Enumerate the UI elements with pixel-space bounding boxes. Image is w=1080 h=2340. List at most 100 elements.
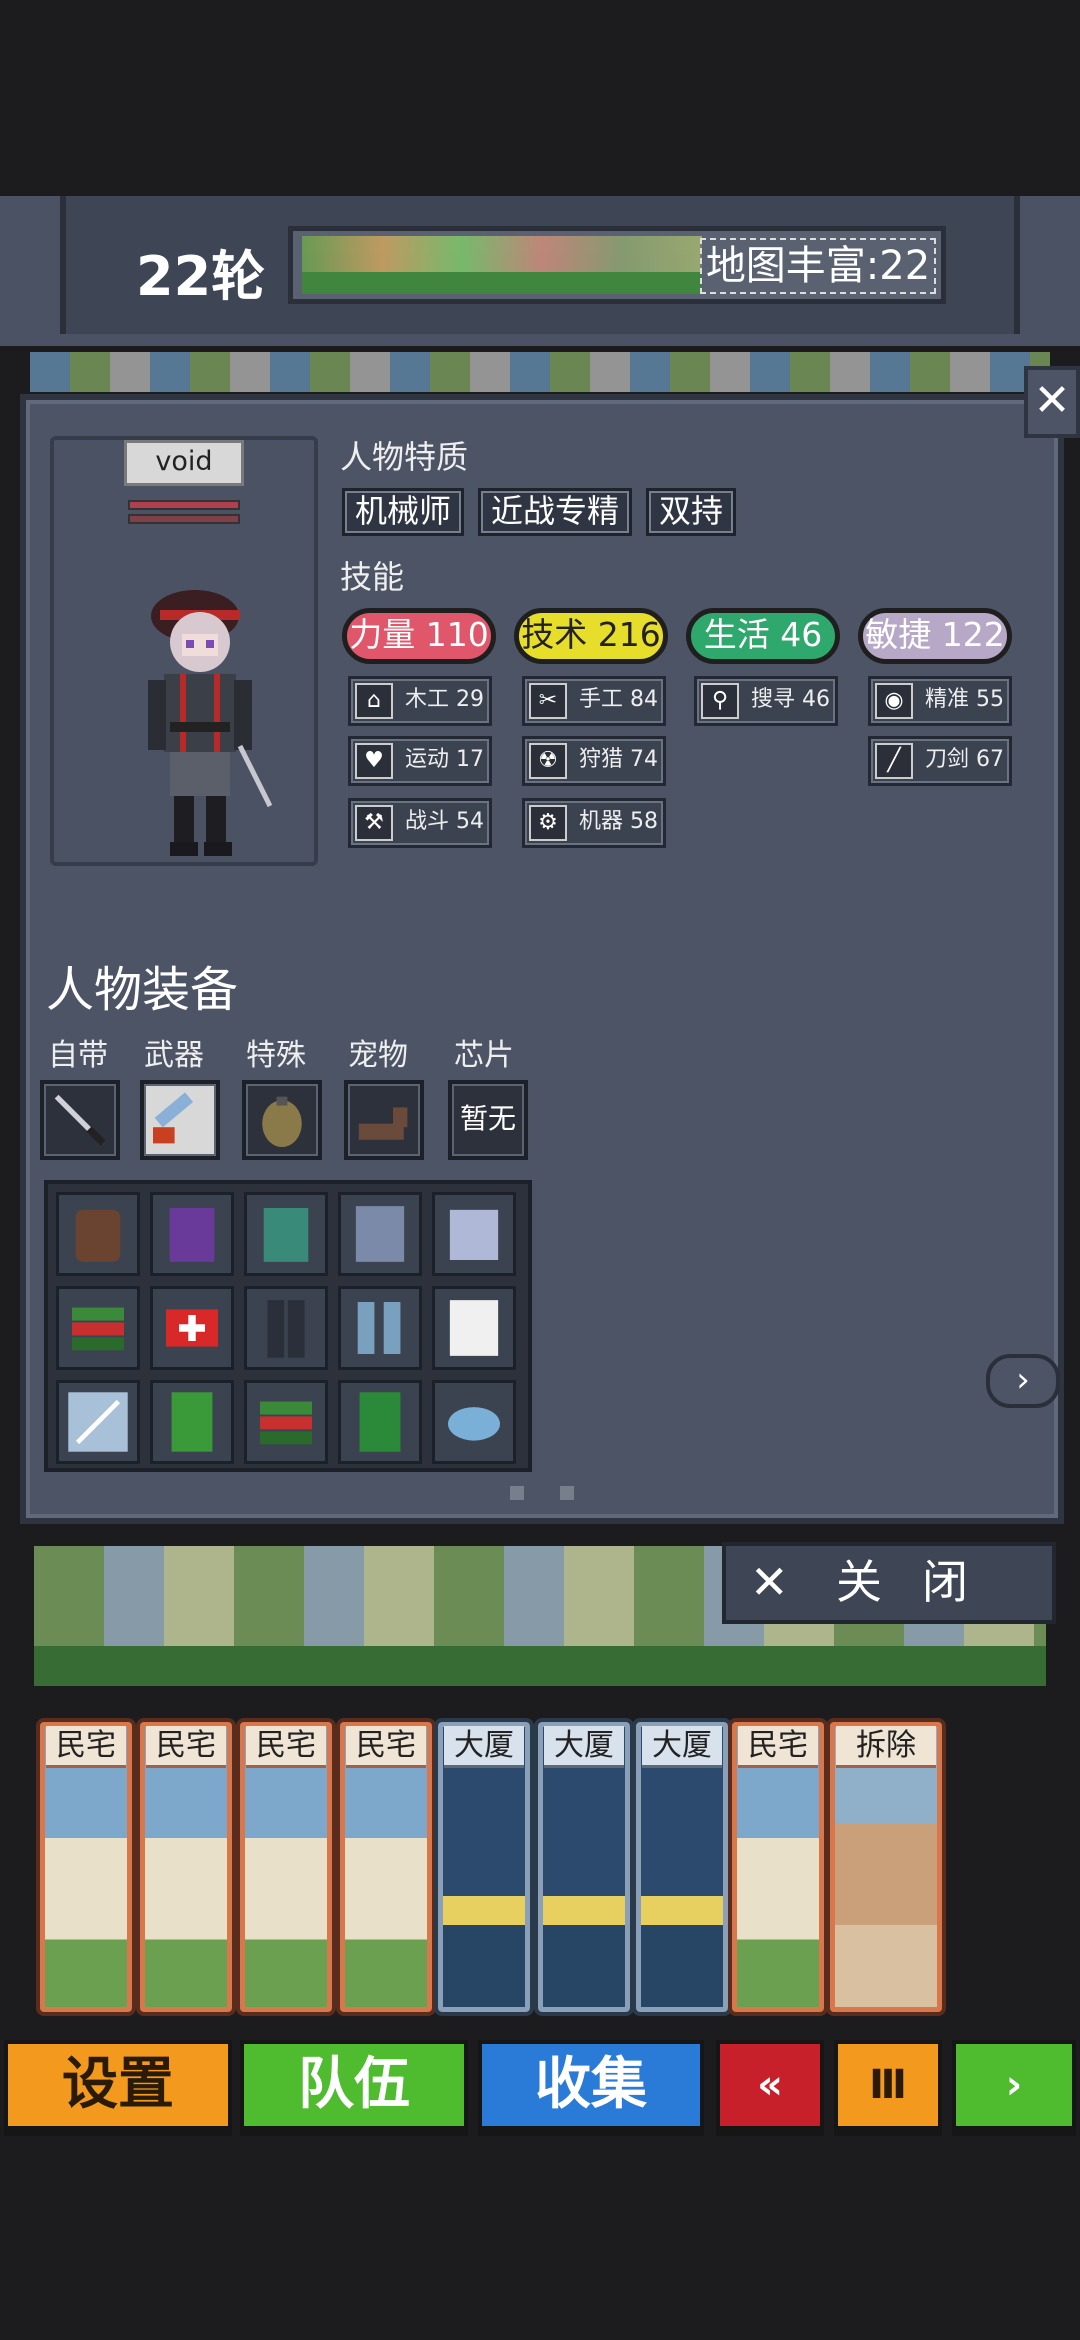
radiation-icon: ☢ (529, 743, 567, 779)
inventory-item[interactable] (150, 1286, 234, 1370)
card-residence[interactable]: 民宅 (336, 1718, 436, 2016)
skill-combat[interactable]: ⚒ 战斗 54 (348, 798, 492, 848)
chainsaw-icon (153, 1092, 194, 1144)
slot-label-builtin: 自带 (48, 1038, 108, 1073)
card-demolish[interactable]: 拆除 (826, 1718, 946, 2016)
magnifier-icon: ⚲ (701, 683, 739, 719)
slot-label-weapon: 武器 (144, 1038, 204, 1073)
card-residence[interactable]: 民宅 (136, 1718, 236, 2016)
card-residence[interactable]: 民宅 (36, 1718, 136, 2016)
inventory-item[interactable] (244, 1192, 328, 1276)
wrench-icon: ⚒ (355, 805, 393, 841)
team-button[interactable]: 队伍 (240, 2040, 468, 2136)
scissors-item-icon (68, 1392, 128, 1452)
inventory-item[interactable] (244, 1380, 328, 1464)
close-button[interactable]: ✕ 关闭 (722, 1542, 1056, 1624)
card-tower[interactable]: 大厦 (632, 1718, 732, 2016)
health-bar (128, 500, 240, 510)
slot-label-special: 特殊 (246, 1038, 306, 1073)
slot-label-pet: 宠物 (348, 1038, 408, 1073)
map-richness-label: 地图丰富:22 (700, 238, 936, 294)
trait-mechanic[interactable]: 机械师 (342, 488, 465, 536)
heart-icon: ♥ (355, 743, 393, 779)
paper-icon (449, 1300, 499, 1356)
play-icon[interactable]: › (952, 2040, 1076, 2136)
slot-label-chip: 芯片 (454, 1038, 514, 1073)
equipment-title: 人物装备 (46, 962, 239, 1018)
skill-search[interactable]: ⚲ 搜寻 46 (694, 676, 838, 726)
map-strip-top (30, 352, 1050, 392)
skill-machine[interactable]: ⚙ 机器 58 (522, 798, 666, 848)
round-counter: 22轮 (136, 245, 266, 308)
stat-life[interactable]: 生活 46 (686, 608, 840, 664)
first-aid-kit-icon (166, 1309, 218, 1347)
stamina-bar (128, 514, 240, 524)
slot-pet[interactable] (344, 1080, 424, 1160)
books-icon (72, 1307, 124, 1351)
jacket-icon (449, 1209, 499, 1260)
close-icon[interactable]: ✕ (1024, 366, 1080, 438)
dog-icon (358, 1107, 408, 1140)
next-page-arrow-icon[interactable]: › (986, 1354, 1060, 1408)
inventory-item[interactable] (338, 1192, 422, 1276)
plate-armor-icon (355, 1206, 405, 1262)
inventory-item[interactable] (150, 1380, 234, 1464)
backpack-icon (75, 1209, 121, 1262)
card-residence[interactable]: 民宅 (236, 1718, 336, 2016)
inventory-item[interactable] (432, 1286, 516, 1370)
stat-agility[interactable]: 敏捷 122 (858, 608, 1012, 664)
inventory-item[interactable] (56, 1286, 140, 1370)
inventory-item[interactable] (244, 1286, 328, 1370)
gear-icon: ⚙ (529, 805, 567, 841)
knife-icon (54, 1094, 106, 1146)
boots-icon (357, 1302, 401, 1354)
armor-vest-icon (169, 1208, 215, 1262)
grenade-icon (262, 1096, 302, 1147)
card-tower[interactable]: 大厦 (434, 1718, 534, 2016)
pants-icon (267, 1300, 305, 1358)
skill-hunting[interactable]: ☢ 狩猎 74 (522, 736, 666, 786)
slot-special[interactable] (242, 1080, 322, 1160)
mask-icon (448, 1407, 500, 1441)
tactical-vest-icon (263, 1208, 309, 1262)
rewind-icon[interactable]: « (716, 2040, 824, 2136)
skill-carpentry[interactable]: ⌂ 木工 29 (348, 676, 492, 726)
inventory-item[interactable] (150, 1192, 234, 1276)
pause-icon[interactable]: Ⅲ (834, 2040, 942, 2136)
slot-chip[interactable]: 暂无 (448, 1080, 528, 1160)
inventory-item[interactable] (338, 1286, 422, 1370)
page-indicator-dot[interactable] (560, 1486, 574, 1500)
eye-icon: ◉ (875, 683, 913, 719)
books-stack-icon (260, 1401, 312, 1445)
blade-icon: ╱ (875, 743, 913, 779)
scissors-icon: ✂ (529, 683, 567, 719)
page-indicator-dot[interactable] (510, 1486, 524, 1500)
inventory-item[interactable] (56, 1192, 140, 1276)
stat-tech[interactable]: 技术 216 (514, 608, 668, 664)
skill-precision[interactable]: ◉ 精准 55 (868, 676, 1012, 726)
city-skyline-image (302, 236, 702, 294)
skill-sport[interactable]: ♥ 运动 17 (348, 736, 492, 786)
skill-blade[interactable]: ╱ 刀剑 67 (868, 736, 1012, 786)
slot-weapon[interactable] (140, 1080, 220, 1160)
house-icon: ⌂ (355, 683, 393, 719)
settings-button[interactable]: 设置 (4, 2040, 232, 2136)
stat-strength[interactable]: 力量 110 (342, 608, 496, 664)
character-name: void (124, 440, 244, 486)
card-residence[interactable]: 民宅 (728, 1718, 828, 2016)
green-book-icon (171, 1392, 213, 1452)
collect-button[interactable]: 收集 (478, 2040, 704, 2136)
green-book-icon (359, 1392, 401, 1452)
inventory-item[interactable] (432, 1380, 516, 1464)
character-sprite (148, 590, 273, 856)
trait-dual-wield[interactable]: 双持 (646, 488, 737, 536)
inventory-item[interactable] (56, 1380, 140, 1464)
inventory-item[interactable] (432, 1192, 516, 1276)
inventory-item[interactable] (338, 1380, 422, 1464)
trait-melee[interactable]: 近战专精 (478, 488, 633, 536)
skill-handcraft[interactable]: ✂ 手工 84 (522, 676, 666, 726)
card-tower[interactable]: 大厦 (534, 1718, 634, 2016)
traits-title: 人物特质 (340, 438, 469, 476)
close-x-icon: ✕ (750, 1555, 789, 1609)
slot-builtin[interactable] (40, 1080, 120, 1160)
